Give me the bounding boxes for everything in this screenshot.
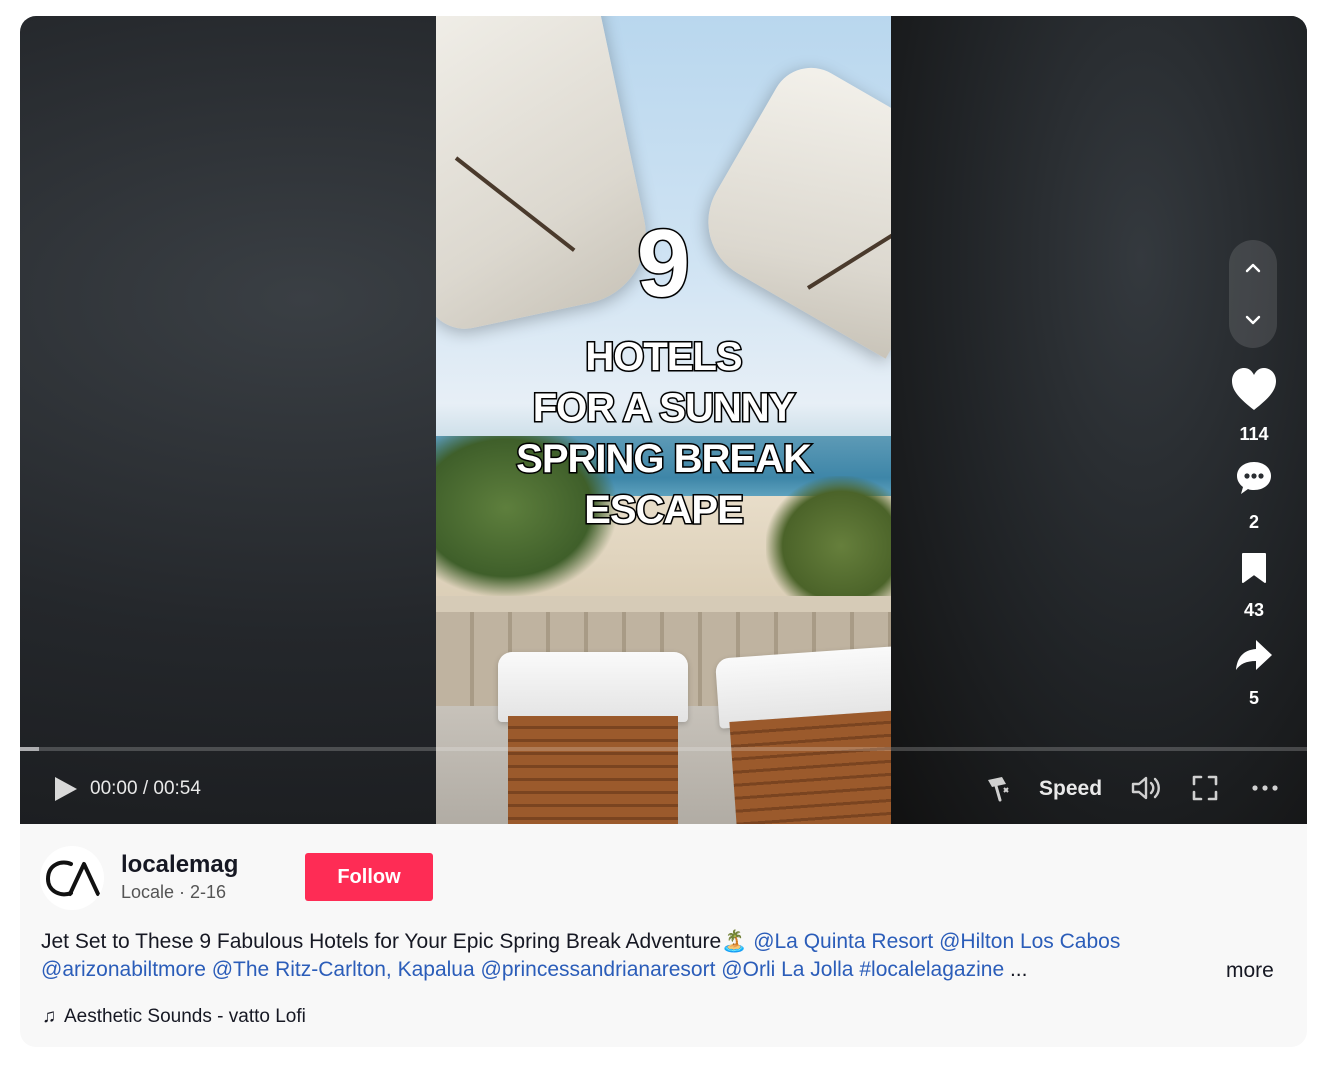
video-scene-lounger bbox=[714, 645, 891, 824]
mention-link[interactable]: @The Ritz-Carlton, Kapalua bbox=[212, 958, 475, 981]
play-icon[interactable] bbox=[50, 774, 80, 804]
heart-icon[interactable] bbox=[1230, 366, 1278, 412]
volume-icon[interactable] bbox=[1130, 772, 1164, 804]
picture-in-picture-icon[interactable] bbox=[982, 772, 1014, 804]
overlay-line: SPRING BREAK bbox=[515, 436, 814, 483]
mention-link[interactable]: @Orli La Jolla bbox=[721, 958, 853, 981]
video-scene-lounger bbox=[498, 652, 688, 824]
avatar[interactable] bbox=[40, 846, 104, 910]
comment-count: 2 bbox=[1248, 512, 1259, 532]
chevron-down-icon[interactable] bbox=[1241, 308, 1265, 332]
description-ellipsis: ... bbox=[1009, 958, 1028, 981]
chevron-up-icon[interactable] bbox=[1241, 256, 1265, 280]
mention-link[interactable]: @princessandrianaresort bbox=[481, 958, 716, 981]
share-icon[interactable] bbox=[1234, 638, 1274, 672]
progress-bar[interactable] bbox=[20, 747, 1307, 751]
comment-icon[interactable] bbox=[1235, 460, 1273, 496]
share-count: 5 bbox=[1248, 688, 1259, 708]
mention-link[interactable]: @Hilton Los Cabos bbox=[939, 930, 1120, 953]
music-note-icon: ♫ bbox=[42, 1006, 57, 1027]
overlay-line: FOR A SUNNY bbox=[531, 385, 797, 432]
video-description: Jet Set to These 9 Fabulous Hotels for Y… bbox=[41, 928, 1191, 984]
overlay-number: 9 bbox=[635, 209, 691, 319]
overlay-headline: HOTELS FOR A SUNNY SPRING BREAK ESCAPE bbox=[436, 332, 891, 536]
video-frame[interactable]: 9 HOTELS FOR A SUNNY SPRING BREAK ESCAPE bbox=[436, 16, 891, 824]
progress-fill bbox=[20, 747, 40, 751]
island-emoji-icon: 🏝️ bbox=[721, 930, 748, 953]
video-nav-pill bbox=[1229, 240, 1277, 348]
author-logo bbox=[45, 860, 100, 897]
mention-link[interactable]: @La Quinta Resort bbox=[753, 930, 933, 953]
video-card: 9 HOTELS FOR A SUNNY SPRING BREAK ESCAPE… bbox=[20, 16, 1307, 1047]
save-count: 43 bbox=[1243, 600, 1265, 620]
author-username[interactable]: localemag bbox=[121, 851, 238, 879]
bookmark-icon[interactable] bbox=[1240, 552, 1268, 584]
description-text: Jet Set to These 9 Fabulous Hotels for Y… bbox=[41, 930, 722, 953]
time-display: 00:00 / 00:54 bbox=[90, 778, 201, 799]
mention-link[interactable]: @arizonabiltmore bbox=[41, 958, 206, 981]
overlay-line: HOTELS bbox=[584, 334, 744, 381]
overlay-line: ESCAPE bbox=[583, 487, 746, 534]
speed-button[interactable]: Speed bbox=[1039, 777, 1102, 801]
more-button[interactable]: more bbox=[1226, 959, 1274, 983]
fullscreen-icon[interactable] bbox=[1190, 772, 1220, 804]
follow-button[interactable]: Follow bbox=[305, 853, 433, 901]
more-options-icon[interactable] bbox=[1248, 772, 1282, 804]
music-link[interactable]: ♫ Aesthetic Sounds - vatto Lofi bbox=[42, 1006, 306, 1028]
author-subline: Locale · 2-16 bbox=[121, 882, 227, 902]
like-count: 114 bbox=[1239, 424, 1269, 444]
music-label: Aesthetic Sounds - vatto Lofi bbox=[64, 1006, 306, 1027]
video-info-panel: localemag Locale · 2-16 Follow Jet Set t… bbox=[20, 824, 1307, 1047]
hashtag-link[interactable]: #localelagazine bbox=[859, 958, 1004, 981]
video-player[interactable]: 9 HOTELS FOR A SUNNY SPRING BREAK ESCAPE… bbox=[20, 16, 1307, 824]
